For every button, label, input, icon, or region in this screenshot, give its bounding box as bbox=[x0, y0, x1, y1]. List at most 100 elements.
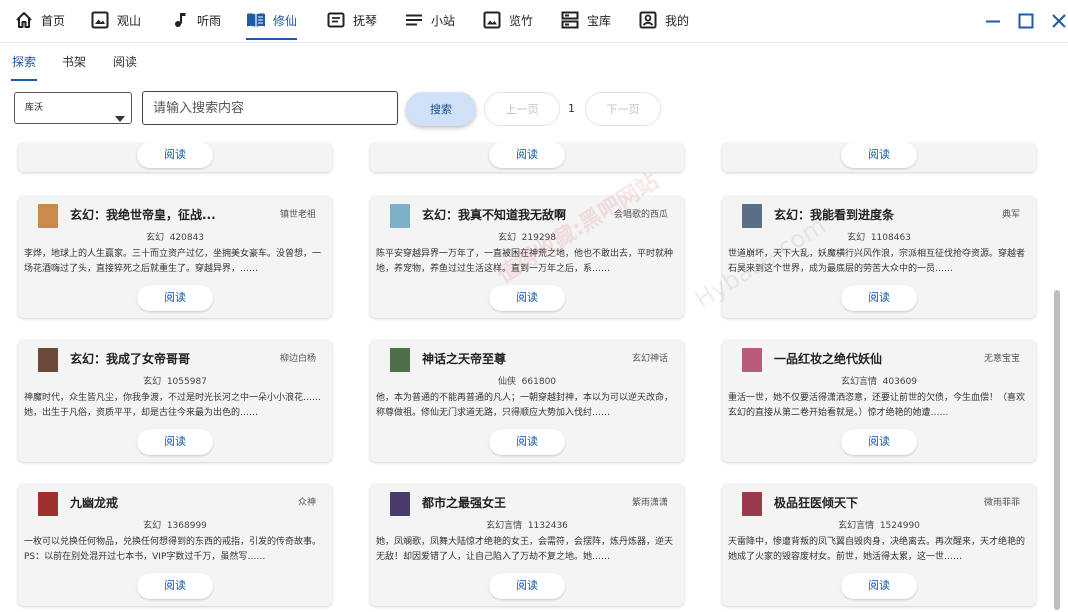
article-icon bbox=[326, 10, 346, 30]
book-meta: 玄幻 219298 bbox=[497, 233, 557, 243]
menu-lines-icon bbox=[404, 10, 424, 30]
book-description: 世道崩坏，天下大乱，妖魔横行兴风作浪，宗派相互征伐抢夺资源。穿越者石昊来到这个世… bbox=[728, 249, 1026, 274]
book-icon bbox=[246, 10, 266, 30]
maximize-icon bbox=[1018, 13, 1034, 29]
sub-tabs: 探索 书架 阅读 bbox=[0, 43, 1068, 81]
nav-item-home[interactable]: 首页 bbox=[14, 0, 65, 40]
tab-reading[interactable]: 阅读 bbox=[113, 43, 137, 81]
book-author: 众神 bbox=[297, 498, 316, 508]
read-button[interactable]: 阅读 bbox=[841, 285, 917, 311]
book-card[interactable]: 极品狂医倾天下 微雨菲菲 玄幻言情 1524990 天雷降中，惨遭背叛的凤飞翼自… bbox=[722, 484, 1036, 606]
book-meta: 玄幻 1055987 bbox=[143, 377, 207, 387]
read-button[interactable]: 阅读 bbox=[841, 429, 917, 455]
maximize-button[interactable] bbox=[1013, 8, 1039, 34]
book-author: 微雨菲菲 bbox=[983, 498, 1020, 508]
read-button[interactable]: 阅读 bbox=[841, 573, 917, 599]
book-description: 天雷降中，惨遭背叛的凤飞翼自毁肉身，决绝离去。再次醒来，天才绝艳的她成了火家的毁… bbox=[728, 537, 1026, 562]
scrollbar-thumb[interactable] bbox=[1054, 290, 1060, 610]
book-card: 阅读 bbox=[370, 142, 684, 172]
read-button[interactable]: 阅读 bbox=[489, 142, 565, 168]
read-button[interactable]: 阅读 bbox=[489, 429, 565, 455]
nav-item-label: 修仙 bbox=[273, 13, 298, 28]
book-author: 玄幻神话 bbox=[631, 354, 668, 364]
close-button[interactable] bbox=[1046, 8, 1068, 34]
nav-item-label: 我的 bbox=[665, 13, 690, 28]
nav-item-label: 观山 bbox=[117, 13, 142, 28]
book-title: 都市之最强女王 bbox=[422, 496, 507, 510]
book-description: 一枚可以兑换任何物品，兑换任何想得到的东西的戒指，引发的传奇故事。PS：以前在别… bbox=[24, 537, 322, 562]
tab-explore[interactable]: 探索 bbox=[10, 43, 38, 81]
scrollbar[interactable] bbox=[1054, 142, 1060, 612]
nav-item-station[interactable]: 小站 bbox=[404, 0, 455, 40]
read-button[interactable]: 阅读 bbox=[137, 429, 213, 455]
tab-bookshelf[interactable]: 书架 bbox=[62, 43, 86, 81]
book-author: 紫雨潇潇 bbox=[631, 498, 668, 508]
nav-item-treasury[interactable]: 宝库 bbox=[560, 0, 611, 40]
book-author: 典军 bbox=[1001, 210, 1020, 220]
home-icon bbox=[14, 10, 34, 30]
book-description: 神魔时代，众生皆凡尘，你我争渡，不过是时光长河之中一朵小小浪花……她，出生于凡俗… bbox=[24, 393, 322, 418]
nav-item-cultivation[interactable]: 修仙 bbox=[246, 0, 298, 40]
book-cover bbox=[742, 348, 762, 372]
book-card[interactable]: 都市之最强女王 紫雨潇潇 玄幻言情 1132436 她，凤斓歌，凤舞大陆惊才绝艳… bbox=[370, 484, 684, 606]
book-card[interactable]: 玄幻：我成了女帝哥哥 柳边白杨 玄幻 1055987 神魔时代，众生皆凡尘，你我… bbox=[18, 340, 332, 462]
book-description: 他，本为普通的不能再普通的凡人；一朝穿越封神，本以为可以逆天改命，称尊做祖。修仙… bbox=[376, 393, 674, 418]
nav-item-guqin[interactable]: 抚琴 bbox=[326, 0, 377, 40]
read-button[interactable]: 阅读 bbox=[137, 573, 213, 599]
book-card[interactable]: 玄幻：我真不知道我无敌啊 会唱歌的西瓜 玄幻 219298 陈平安穿越异界一万年… bbox=[370, 196, 684, 318]
nav-item-label: 抚琴 bbox=[353, 13, 378, 28]
search-button[interactable]: 搜索 bbox=[406, 92, 476, 126]
book-title: 玄幻：我能看到进度条 bbox=[774, 208, 895, 222]
source-select-value: 库沃 bbox=[25, 103, 44, 113]
book-cover bbox=[742, 492, 762, 516]
book-meta: 玄幻言情 1524990 bbox=[838, 521, 920, 531]
book-cover bbox=[390, 348, 410, 372]
book-card: 阅读 bbox=[18, 142, 332, 172]
source-select[interactable]: 库沃 bbox=[14, 92, 132, 124]
book-card[interactable]: 神话之天帝至尊 玄幻神话 仙侠 661800 他，本为普通的不能再普通的凡人；一… bbox=[370, 340, 684, 462]
storage-icon bbox=[560, 10, 580, 30]
book-author: 镇世老祖 bbox=[279, 210, 316, 220]
page-number: 1 bbox=[568, 102, 575, 115]
top-navigation-bar: 首页 观山 听雨 修仙 抚琴 小站 览竹 宝库 我的 bbox=[0, 0, 1068, 43]
book-card[interactable]: 玄幻：我能看到进度条 典军 玄幻 1108463 世道崩坏，天下大乱，妖魔横行兴… bbox=[722, 196, 1036, 318]
book-meta: 玄幻 420843 bbox=[145, 233, 205, 243]
book-card[interactable]: 一品红妆之绝代妖仙 无意宝宝 玄幻言情 403609 重活一世，她不仅要活得潇洒… bbox=[722, 340, 1036, 462]
book-title: 一品红妆之绝代妖仙 bbox=[774, 352, 883, 366]
book-title: 玄幻：我绝世帝皇，征战... bbox=[70, 208, 216, 222]
nav-item-bamboo[interactable]: 览竹 bbox=[482, 0, 533, 40]
read-button[interactable]: 阅读 bbox=[489, 285, 565, 311]
image-icon bbox=[482, 10, 502, 30]
book-card[interactable]: 九幽龙戒 众神 玄幻 1368999 一枚可以兑换任何物品，兑换任何想得到的东西… bbox=[18, 484, 332, 606]
close-icon bbox=[1052, 14, 1066, 28]
music-note-icon bbox=[170, 10, 190, 30]
book-cover bbox=[38, 204, 58, 228]
book-card[interactable]: 玄幻：我绝世帝皇，征战... 镇世老祖 玄幻 420843 李烨，地球上的人生赢… bbox=[18, 196, 332, 318]
nav-item-mine[interactable]: 我的 bbox=[638, 0, 689, 40]
read-button[interactable]: 阅读 bbox=[489, 573, 565, 599]
book-title: 极品狂医倾天下 bbox=[774, 496, 859, 510]
book-grid: 阅读 阅读 阅读 玄幻：我绝世帝皇，征战... 镇世老祖 玄幻 420843 李… bbox=[0, 142, 1050, 612]
nav-item-label: 听雨 bbox=[197, 13, 222, 28]
next-page-button[interactable]: 下一页 bbox=[585, 92, 661, 126]
book-title: 玄幻：我成了女帝哥哥 bbox=[70, 352, 191, 366]
book-cover bbox=[390, 492, 410, 516]
book-cover bbox=[742, 204, 762, 228]
book-author: 无意宝宝 bbox=[983, 354, 1020, 364]
book-description: 重活一世，她不仅要活得潇洒恣意，还要让前世的欠债，今生血偿！（喜欢玄幻的直接从第… bbox=[728, 393, 1026, 418]
minimize-button[interactable] bbox=[980, 8, 1006, 34]
book-author: 柳边白杨 bbox=[279, 354, 316, 364]
search-input[interactable] bbox=[142, 91, 398, 125]
read-button[interactable]: 阅读 bbox=[137, 142, 213, 168]
book-card: 阅读 bbox=[722, 142, 1036, 172]
prev-page-button[interactable]: 上一页 bbox=[484, 92, 560, 126]
nav-item-label: 览竹 bbox=[509, 13, 534, 28]
book-description: 陈平安穿越异界一万年了，一直被困在神荒之地，他也不敢出去，平时就种地，养宠物，养… bbox=[376, 249, 674, 274]
nav-item-mountain[interactable]: 观山 bbox=[90, 0, 141, 40]
nav-item-label: 宝库 bbox=[587, 13, 612, 28]
read-button[interactable]: 阅读 bbox=[137, 285, 213, 311]
read-button[interactable]: 阅读 bbox=[841, 142, 917, 168]
nav-item-rain[interactable]: 听雨 bbox=[170, 0, 221, 40]
book-meta: 玄幻言情 403609 bbox=[840, 377, 918, 387]
book-title: 玄幻：我真不知道我无敌啊 bbox=[422, 208, 567, 222]
